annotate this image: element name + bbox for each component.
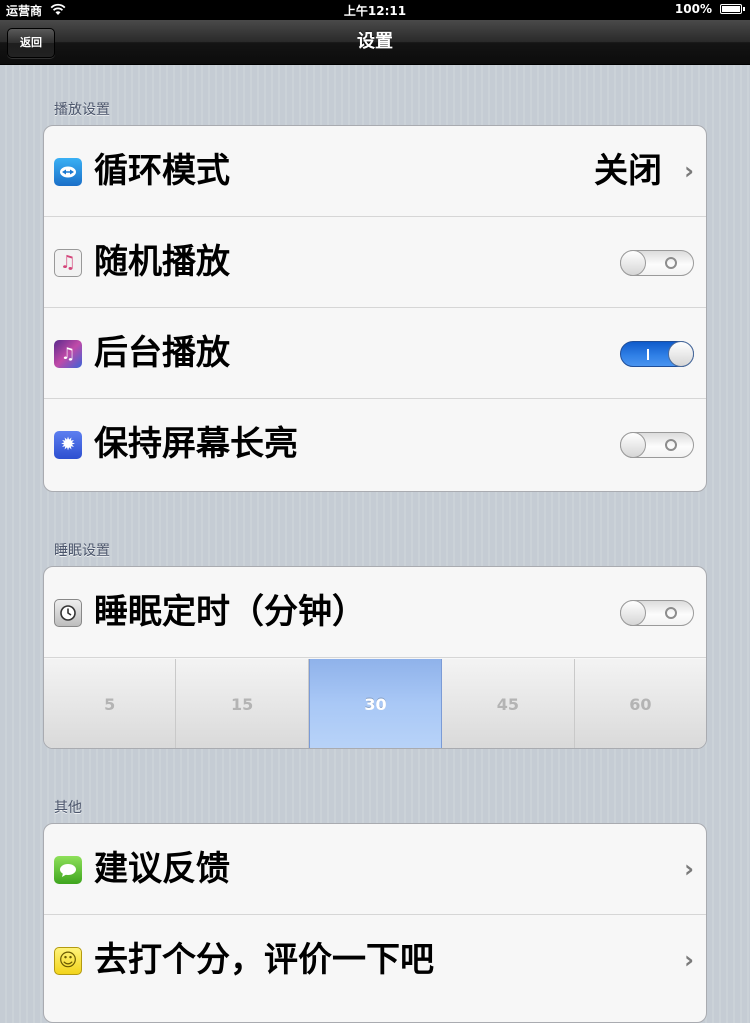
- section-header-other: 其他: [54, 800, 82, 816]
- battery-icon: [720, 4, 745, 14]
- keep-screen-on-label: 保持屏幕长亮: [94, 424, 298, 464]
- section-header-sleep: 睡眠设置: [54, 543, 110, 559]
- segment-30-selected[interactable]: 30: [308, 659, 443, 748]
- sleep-minutes-selector: 5 15 30 45 60: [44, 659, 706, 748]
- navigation-bar: 返回 设置: [0, 20, 750, 65]
- background-play-label: 后台播放: [94, 333, 230, 373]
- rate-label: 去打个分，评价一下吧: [94, 940, 434, 980]
- loop-mode-value: 关闭: [594, 151, 662, 191]
- sleep-timer-label: 睡眠定时（分钟）: [94, 592, 366, 632]
- chevron-right-icon: ›: [684, 855, 694, 883]
- brightness-icon: ✹: [54, 431, 82, 459]
- sleep-timer-row: 睡眠定时（分钟）: [44, 567, 706, 658]
- chevron-right-icon: ›: [684, 946, 694, 974]
- feedback-row[interactable]: 建议反馈 ›: [44, 824, 706, 915]
- status-bar: 运营商 上午12:11 100%: [0, 0, 750, 20]
- background-play-row: ♫ 后台播放: [44, 308, 706, 399]
- other-settings-group: 建议反馈 › ☺ 去打个分，评价一下吧 ›: [43, 823, 707, 1023]
- loop-mode-label: 循环模式: [94, 151, 230, 191]
- shuffle-label: 随机播放: [94, 242, 230, 282]
- smiley-icon: ☺: [54, 947, 82, 975]
- loop-mode-row[interactable]: 循环模式 关闭 ›: [44, 126, 706, 217]
- battery-percent: 100%: [674, 2, 712, 16]
- segment-60[interactable]: 60: [574, 659, 706, 748]
- rate-row[interactable]: ☺ 去打个分，评价一下吧 ›: [44, 915, 706, 1006]
- sleep-settings-group: 睡眠定时（分钟） 5 15 30 45 60: [43, 566, 707, 749]
- shuffle-music-icon: ♫: [54, 249, 82, 277]
- sleep-timer-toggle[interactable]: [620, 600, 694, 626]
- message-icon: [54, 856, 82, 884]
- playback-settings-group: 循环模式 关闭 › ♫ 随机播放 ♫ 后台播放 ✹ 保持屏幕长亮: [43, 125, 707, 492]
- shuffle-row: ♫ 随机播放: [44, 217, 706, 308]
- keep-screen-on-row: ✹ 保持屏幕长亮: [44, 399, 706, 490]
- feedback-label: 建议反馈: [94, 849, 230, 889]
- segment-5[interactable]: 5: [44, 659, 177, 748]
- chevron-right-icon: ›: [684, 157, 694, 185]
- music-note-icon: ♫: [54, 340, 82, 368]
- background-play-toggle[interactable]: [620, 341, 694, 367]
- page-title: 设置: [357, 31, 393, 52]
- shuffle-toggle[interactable]: [620, 250, 694, 276]
- segment-15[interactable]: 15: [176, 659, 309, 748]
- section-header-playback: 播放设置: [54, 102, 110, 118]
- clock-icon: [54, 599, 82, 627]
- segment-45[interactable]: 45: [442, 659, 575, 748]
- loop-icon: [54, 158, 82, 186]
- keep-screen-on-toggle[interactable]: [620, 432, 694, 458]
- clock: 上午12:11: [343, 4, 407, 18]
